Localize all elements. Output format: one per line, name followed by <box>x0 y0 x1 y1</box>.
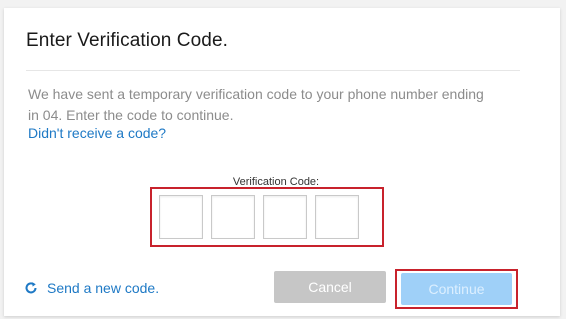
code-inputs <box>159 195 359 239</box>
didnt-receive-code-link[interactable]: Didn't receive a code? <box>28 125 166 141</box>
continue-button-highlight: Continue <box>395 269 518 309</box>
send-new-code-link[interactable]: Send a new code. <box>24 280 159 296</box>
code-digit-2-input[interactable] <box>211 195 255 239</box>
title-divider <box>26 70 520 71</box>
cancel-button[interactable]: Cancel <box>274 271 386 303</box>
verification-dialog: Enter Verification Code. We have sent a … <box>4 8 560 316</box>
dialog-title: Enter Verification Code. <box>26 30 229 51</box>
code-digit-1-input[interactable] <box>159 195 203 239</box>
code-digit-3-input[interactable] <box>263 195 307 239</box>
verification-message: We have sent a temporary verification co… <box>28 86 484 123</box>
send-new-code-label: Send a new code. <box>47 280 160 296</box>
code-digit-4-input[interactable] <box>315 195 359 239</box>
continue-button[interactable]: Continue <box>401 273 512 305</box>
refresh-icon <box>24 281 38 295</box>
